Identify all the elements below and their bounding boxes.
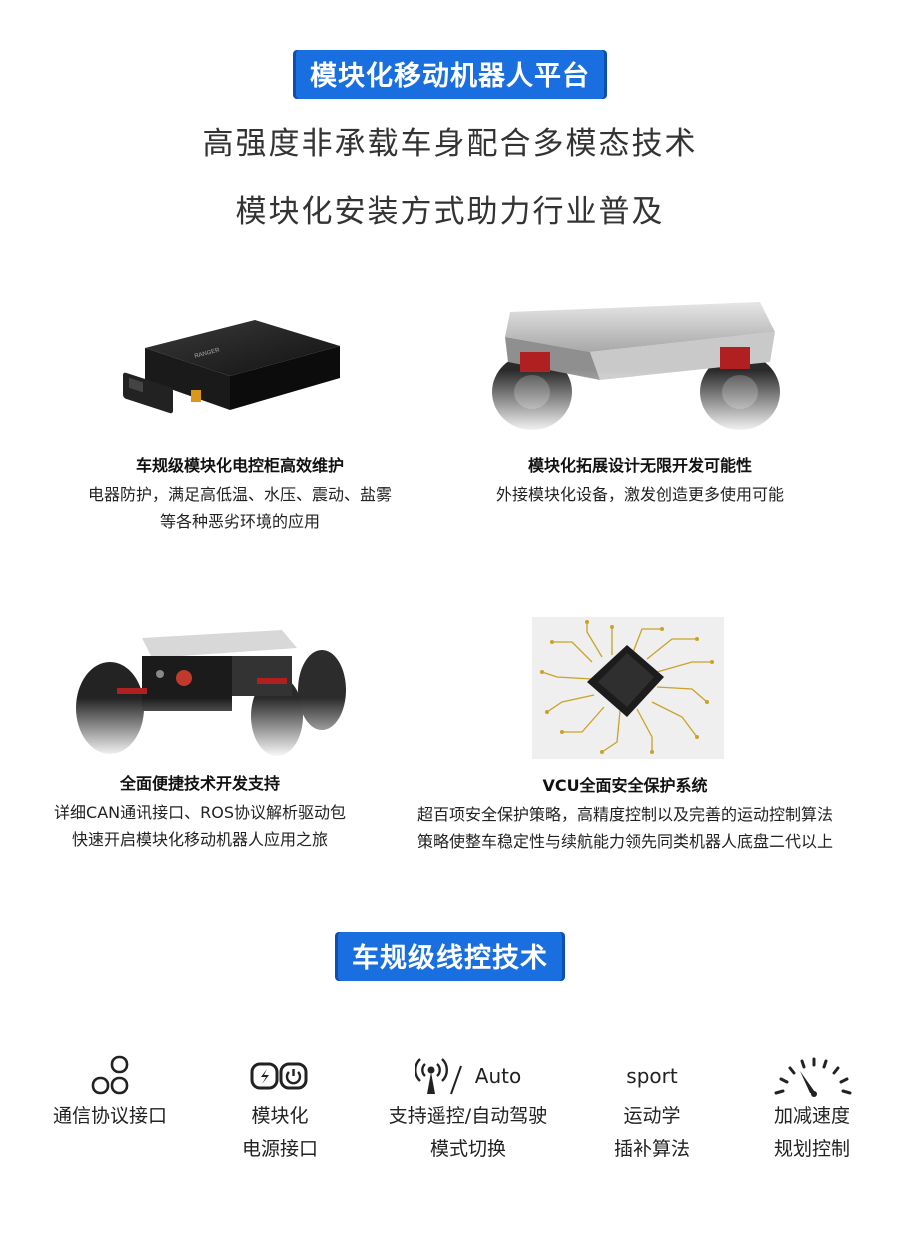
feature-title: 车规级模块化电控柜高效维护 [135, 456, 344, 475]
section-title-badge: 车规级线控技术 [338, 932, 562, 981]
tech-label: 规划控制 [773, 1138, 850, 1160]
feature-title: 模块化拓展设计无限开发可能性 [527, 456, 752, 475]
subtitle-line-1: 高强度非承载车身配合多模态技术 [202, 126, 698, 162]
tech-item-power-interface: 模块化 电源接口 [200, 1052, 360, 1166]
feature-dev-support: 全面便捷技术开发支持 详细CAN通讯接口、ROS协议解析驱动包 快速开启模块化移… [0, 770, 400, 853]
chassis-rear-image [72, 608, 347, 758]
feature-controller: 车规级模块化电控柜高效维护 电器防护，满足高低温、水压、震动、盐雾 等各种恶劣环… [30, 452, 450, 535]
feature-text: 超百项安全保护策略，高精度控制以及完善的运动控制算法 [416, 805, 833, 824]
feature-vcu-safety: VCU全面安全保护系统 超百项安全保护策略，高精度控制以及完善的运动控制算法 策… [370, 772, 880, 855]
feature-text: 详细CAN通讯接口、ROS协议解析驱动包 [54, 803, 346, 822]
tech-label: 加减速度 [773, 1105, 850, 1127]
tech-label: 运动学 [623, 1105, 681, 1127]
feature-title: VCU全面安全保护系统 [542, 776, 708, 795]
feature-modular-expansion: 模块化拓展设计无限开发可能性 外接模块化设备，激发创造更多使用可能 [430, 452, 850, 508]
tech-label: 模块化 [251, 1105, 309, 1127]
subtitle-line-2: 模块化安装方式助力行业普及 [235, 194, 665, 230]
auto-label: Auto [474, 1064, 522, 1088]
sport-icon: sport [626, 1064, 678, 1088]
section-title-badge: 模块化移动机器人平台 [296, 50, 604, 99]
tech-item-kinematics: sport 运动学 插补算法 [572, 1052, 732, 1166]
circles-icon [91, 1055, 129, 1095]
tech-label: 电源接口 [241, 1138, 318, 1160]
feature-text: 等各种恶劣环境的应用 [159, 512, 320, 531]
feature-text: 电器防护，满足高低温、水压、震动、盐雾 [87, 485, 392, 504]
feature-text: 策略使整车稳定性与续航能力领先同类机器人底盘二代以上 [416, 832, 833, 851]
tech-item-comm-protocol: 通信协议接口 [30, 1052, 190, 1133]
tech-label: 模式切换 [429, 1138, 506, 1160]
power-module-icon [250, 1062, 308, 1090]
tech-label: 插补算法 [613, 1138, 690, 1160]
tech-label: 支持遥控/自动驾驶 [388, 1105, 548, 1127]
remote-antenna-icon [414, 1058, 462, 1095]
tech-item-acceleration: 加减速度 规划控制 [732, 1052, 892, 1166]
speedometer-icon [774, 1057, 852, 1097]
tech-label: 通信协议接口 [52, 1105, 167, 1127]
tech-item-mode-switch: Auto 支持遥控/自动驾驶 模式切换 [368, 1052, 568, 1166]
feature-text: 外接模块化设备，激发创造更多使用可能 [495, 485, 784, 504]
vcu-chip-image [532, 617, 724, 759]
feature-title: 全面便捷技术开发支持 [119, 774, 280, 793]
feature-text: 快速开启模块化移动机器人应用之旅 [71, 830, 328, 849]
controller-box-image: RANGER [123, 320, 340, 414]
chassis-top-image [490, 292, 790, 434]
